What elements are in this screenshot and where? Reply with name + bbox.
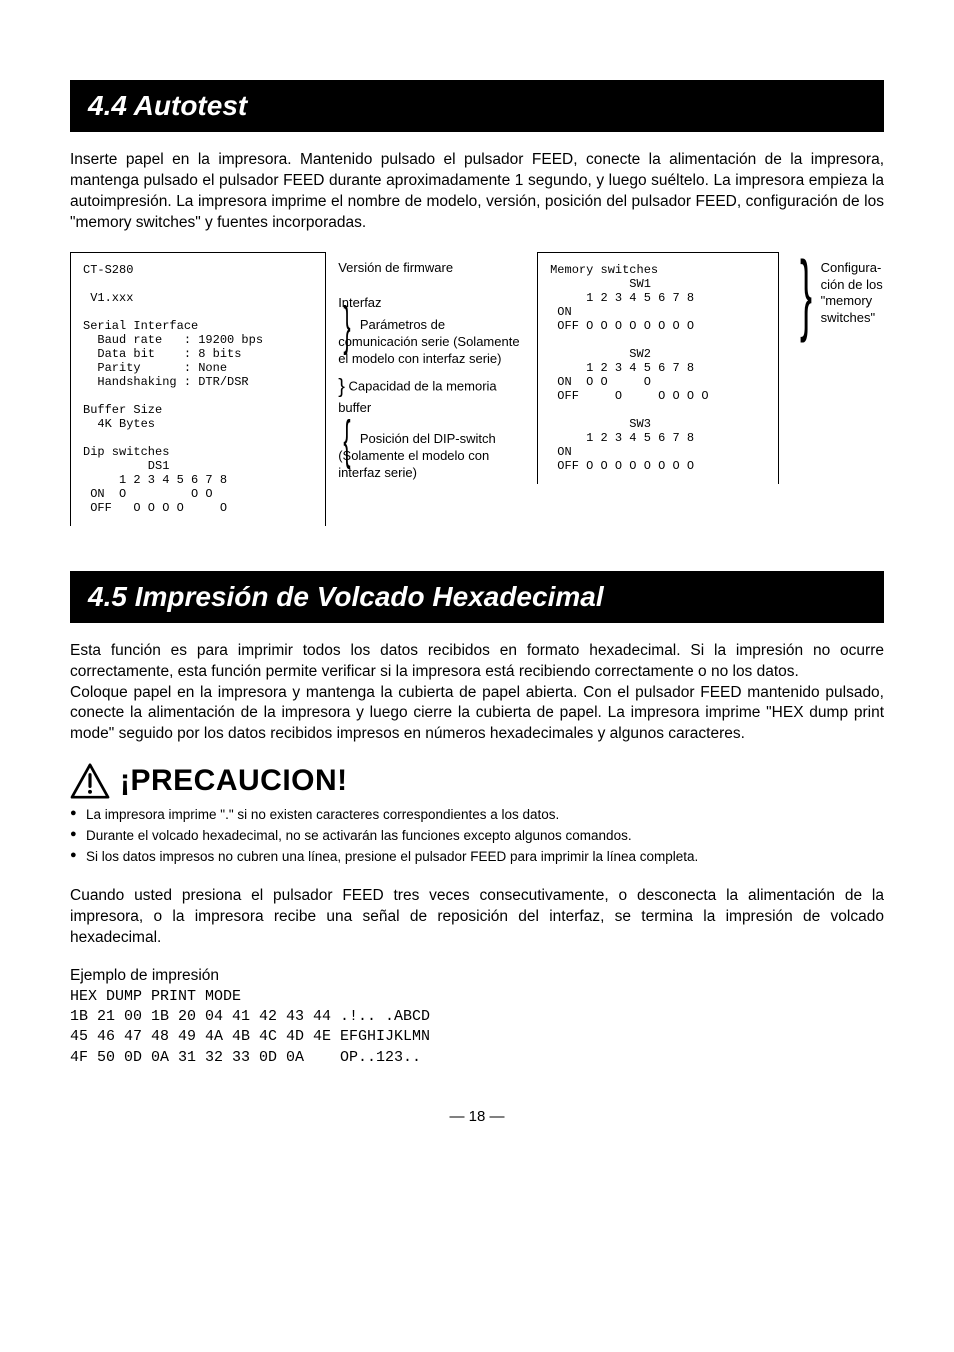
caution-title: ¡PRECAUCION! — [120, 764, 348, 798]
section-4-5-body1: Esta función es para imprimir todos los … — [70, 641, 884, 746]
bullet-1: La impresora imprime "." si no existen c… — [70, 805, 884, 826]
annot-comms-text: Parámetros de comunicación serie (Solame… — [338, 317, 519, 366]
annot-firmware: Versión de firmware — [338, 260, 525, 277]
section-4-4-body: Inserte papel en la impresora. Mantenido… — [70, 150, 884, 234]
caution-heading: ¡PRECAUCION! — [70, 763, 884, 799]
annot-dip-text: Posición del DIP-switch (Solamente el mo… — [338, 431, 496, 480]
caution-bullets: La impresora imprime "." si no existen c… — [70, 805, 884, 868]
annotation-middle-column: Versión de firmware Interfaz } Parámetro… — [338, 252, 525, 488]
bullet-3: Si los datos impresos no cubren una líne… — [70, 847, 884, 868]
annot-buffer-text: Capacidad de la memoria buffer — [338, 379, 496, 416]
bullet-2: Durante el volcado hexadecimal, no se ac… — [70, 826, 884, 847]
annot-memsw: } — [791, 285, 821, 302]
annot-interfaz: Interfaz — [338, 295, 525, 312]
printout-left: CT-S280 V1.xxx Serial Interface Baud rat… — [70, 252, 326, 526]
printout-right-text: Memory switches SW1 1 2 3 4 5 6 7 8 ON O… — [550, 263, 708, 473]
annot-dip: { Posición del DIP-switch (Solamente el … — [338, 431, 525, 482]
annot-buffer: } Capacidad de la memoria buffer — [338, 374, 525, 417]
example-label: Ejemplo de impresión — [70, 967, 884, 985]
autotest-diagram: CT-S280 V1.xxx Serial Interface Baud rat… — [70, 252, 884, 526]
annotation-right-column: } Configura-ción de los "memory switches… — [791, 252, 884, 328]
page-number: — 18 — — [70, 1108, 884, 1125]
section-4-4-header: 4.4 Autotest — [70, 80, 884, 132]
brace-small-icon: } — [338, 376, 345, 398]
printout-left-text: CT-S280 V1.xxx Serial Interface Baud rat… — [83, 263, 263, 515]
section-4-5-body2: Cuando usted presiona el pulsador FEED t… — [70, 886, 884, 949]
section-4-5-header: 4.5 Impresión de Volcado Hexadecimal — [70, 571, 884, 623]
hex-dump-example: HEX DUMP PRINT MODE 1B 21 00 1B 20 04 41… — [70, 987, 884, 1068]
printout-right: Memory switches SW1 1 2 3 4 5 6 7 8 ON O… — [537, 252, 778, 484]
annot-memsw-text: Configura-ción de los "memory switches" — [821, 260, 884, 328]
warning-icon — [70, 763, 110, 799]
annot-comms: } Parámetros de comunicación serie (Sola… — [338, 317, 525, 368]
